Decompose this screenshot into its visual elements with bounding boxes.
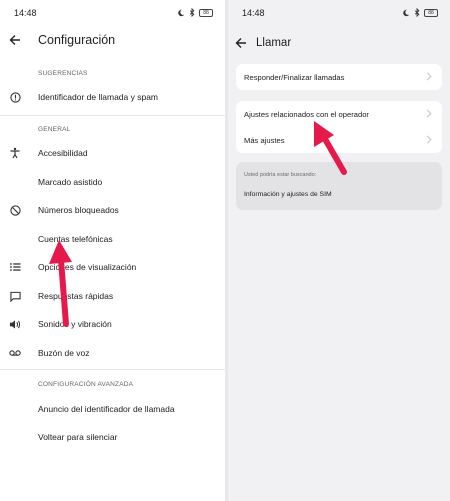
info-icon <box>8 90 22 104</box>
status-time: 14:48 <box>14 8 37 18</box>
bluetooth-icon <box>189 8 195 17</box>
section-header-suggestions: SUGERENCIAS <box>38 70 88 77</box>
item-accessibility[interactable]: Accesibilidad <box>0 140 225 166</box>
item-answer-end-calls[interactable]: Responder/Finalizar llamadas <box>236 64 442 90</box>
battery-level: 88 <box>428 9 434 16</box>
item-blocked-numbers[interactable]: Números bloqueados <box>0 197 225 223</box>
item-label: Anuncio del identificador de llamada <box>38 404 175 414</box>
chevron-right-icon <box>426 135 432 144</box>
status-icons: 88 <box>402 8 438 17</box>
item-assisted-dialing[interactable]: Marcado asistido <box>0 169 225 195</box>
moon-icon <box>178 9 185 16</box>
calls-screen: 14:48 88 Llamar Responder/Finalizar llam… <box>228 0 450 501</box>
item-label: Marcado asistido <box>38 177 103 187</box>
section-header-general: GENERAL <box>38 126 71 133</box>
voicemail-icon <box>8 346 22 360</box>
item-label: Identificador de llamada y spam <box>38 92 159 102</box>
item-sounds-vibration[interactable]: Sonidos y vibración <box>0 311 225 337</box>
app-bar: Llamar <box>228 28 450 58</box>
search-suggestion-card: Usted podría estar buscando: Información… <box>236 162 442 210</box>
item-label: Cuentas telefónicas <box>38 234 113 244</box>
status-icons: 88 <box>177 8 213 17</box>
bluetooth-icon <box>414 8 420 17</box>
divider <box>0 369 225 370</box>
settings-screen: 14:48 88 Configuración SUGERENCIAS Ident… <box>0 0 225 501</box>
chat-icon <box>8 289 22 303</box>
chevron-right-icon <box>426 109 432 118</box>
page-title: Llamar <box>256 37 292 49</box>
item-label: Opciones de visualización <box>38 262 137 272</box>
item-carrier-settings[interactable]: Ajustes relacionados con el operador <box>236 101 442 127</box>
app-bar: Configuración <box>0 25 225 55</box>
list-icon <box>8 260 22 274</box>
item-label: Más ajustes <box>244 135 285 145</box>
item-more-settings[interactable]: Más ajustes <box>236 127 442 153</box>
item-label: Números bloqueados <box>38 205 119 215</box>
item-label: Buzón de voz <box>38 348 90 358</box>
back-arrow-icon[interactable] <box>3 28 27 52</box>
item-label: Ajustes relacionados con el operador <box>244 109 369 119</box>
divider <box>0 115 225 116</box>
battery-icon: 88 <box>199 8 213 17</box>
item-label: Voltear para silenciar <box>38 432 118 442</box>
battery-level: 88 <box>203 9 209 16</box>
item-label: Accesibilidad <box>38 148 88 158</box>
search-result-sim-settings[interactable]: Información y ajustes de SIM <box>244 191 332 198</box>
accessibility-icon <box>8 146 22 160</box>
item-phone-accounts[interactable]: Cuentas telefónicas <box>0 226 225 252</box>
back-arrow-icon[interactable] <box>229 31 253 55</box>
status-bar: 14:48 88 <box>228 0 450 26</box>
volume-icon <box>8 317 22 331</box>
chevron-right-icon <box>426 72 432 81</box>
item-label: Respuestas rápidas <box>38 291 114 301</box>
status-time: 14:48 <box>242 8 265 18</box>
item-voicemail[interactable]: Buzón de voz <box>0 340 225 366</box>
card-answer-end: Responder/Finalizar llamadas <box>236 64 442 90</box>
page-title: Configuración <box>38 33 116 47</box>
item-label: Sonidos y vibración <box>38 319 112 329</box>
block-icon <box>8 203 22 217</box>
battery-icon: 88 <box>424 8 438 17</box>
item-label: Responder/Finalizar llamadas <box>244 72 345 82</box>
item-caller-id-announcement[interactable]: Anuncio del identificador de llamada <box>0 396 225 422</box>
moon-icon <box>403 9 410 16</box>
item-quick-responses[interactable]: Respuestas rápidas <box>0 283 225 309</box>
status-bar: 14:48 88 <box>0 0 225 26</box>
item-display-options[interactable]: Opciones de visualización <box>0 254 225 280</box>
item-flip-to-silence[interactable]: Voltear para silenciar <box>0 424 225 450</box>
section-header-advanced: CONFIGURACIÓN AVANZADA <box>38 381 134 388</box>
card-carrier: Ajustes relacionados con el operador Más… <box>236 101 442 153</box>
search-hint: Usted podría estar buscando: <box>244 172 317 178</box>
item-caller-id-spam[interactable]: Identificador de llamada y spam <box>0 84 225 110</box>
